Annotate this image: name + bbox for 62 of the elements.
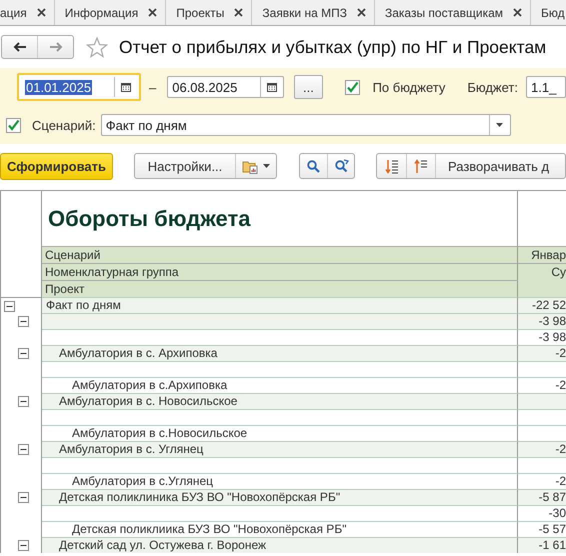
tab[interactable]: Проекты (166, 0, 252, 25)
tab[interactable]: Информация (54, 0, 166, 25)
folder-chart-icon (242, 158, 258, 174)
tab[interactable]: Заказы поставщикам (374, 0, 532, 25)
generate-button[interactable]: Сформировать (0, 152, 113, 180)
dropdown-icon[interactable] (496, 123, 504, 127)
scenario-field[interactable]: Факт по дням (100, 114, 511, 136)
sort-descending-icon (384, 158, 398, 174)
search-icon (307, 160, 320, 172)
collapse-icon[interactable] (18, 396, 29, 407)
column-header: Январ (518, 246, 566, 263)
back-arrow-icon (12, 42, 26, 52)
table-cell: Детская поликлиника БУЗ ВО "Новохопёрская РБ" (42, 489, 518, 505)
checkbox[interactable] (6, 118, 21, 132)
close-icon[interactable] (513, 8, 522, 17)
table-cell: -3 98 (518, 313, 566, 329)
column-header: Проект (42, 280, 518, 297)
date-field[interactable]: 01.01.2025 (17, 73, 141, 101)
star-icon[interactable] (86, 36, 108, 58)
scenario-label: Сценарий: (32, 118, 96, 132)
table-cell: Детский сад ул. Остужева г. Воронеж (42, 537, 518, 553)
table-cell: -2 (518, 441, 566, 457)
checkbox[interactable] (344, 80, 360, 94)
tab[interactable]: Бюд (531, 0, 566, 25)
column-header: Номенклатурная группа (42, 263, 518, 280)
calendar-icon[interactable] (121, 82, 131, 92)
close-icon[interactable] (234, 8, 244, 17)
table-cell: Амбулатория в с. Архиповка (42, 345, 518, 361)
tab[interactable]: Заявки на МПЗ (252, 0, 375, 25)
table-cell (518, 393, 566, 409)
sort-ascending-icon (414, 158, 428, 174)
close-icon[interactable] (356, 8, 366, 17)
more-button[interactable]: ... (294, 75, 323, 99)
budget-field[interactable]: 1.1_ (526, 76, 566, 98)
table-cell: -2 (518, 345, 566, 361)
collapse-icon[interactable] (18, 492, 29, 503)
collapse-icon[interactable] (18, 348, 29, 359)
table-cell: -30 (518, 505, 566, 521)
forward-arrow-icon (48, 42, 62, 52)
table-cell: -22 52 (518, 297, 566, 313)
table-cell: Амбулатория в с. Углянец (42, 441, 518, 457)
dash: – (149, 80, 156, 94)
by-budget-label: По бюджету (372, 80, 446, 94)
table-cell: -5 87 (518, 489, 566, 505)
column-header: Сценарий (42, 246, 518, 263)
table-cell: Амбулатория в с. Новосильское (42, 393, 518, 409)
close-icon[interactable] (148, 8, 158, 17)
column-header: Су (518, 263, 566, 297)
table-cell: -1 61 (518, 537, 566, 553)
table-cell: Факт по дням (42, 297, 518, 313)
collapse-icon[interactable] (4, 301, 15, 312)
calendar-icon[interactable] (267, 82, 278, 92)
caret-icon (263, 164, 270, 168)
window-title: Отчет о прибылях и убытках (упр) по НГ и Проектам (119, 36, 546, 58)
collapse-icon[interactable] (18, 540, 29, 551)
search-refresh-icon (334, 159, 348, 173)
date-field[interactable]: 06.08.2025 (167, 76, 284, 98)
budget-label: Бюджет: (467, 80, 518, 94)
close-icon[interactable] (36, 8, 46, 17)
collapse-icon[interactable] (18, 444, 29, 455)
tab[interactable]: ация (0, 0, 55, 25)
collapse-icon[interactable] (18, 316, 29, 327)
